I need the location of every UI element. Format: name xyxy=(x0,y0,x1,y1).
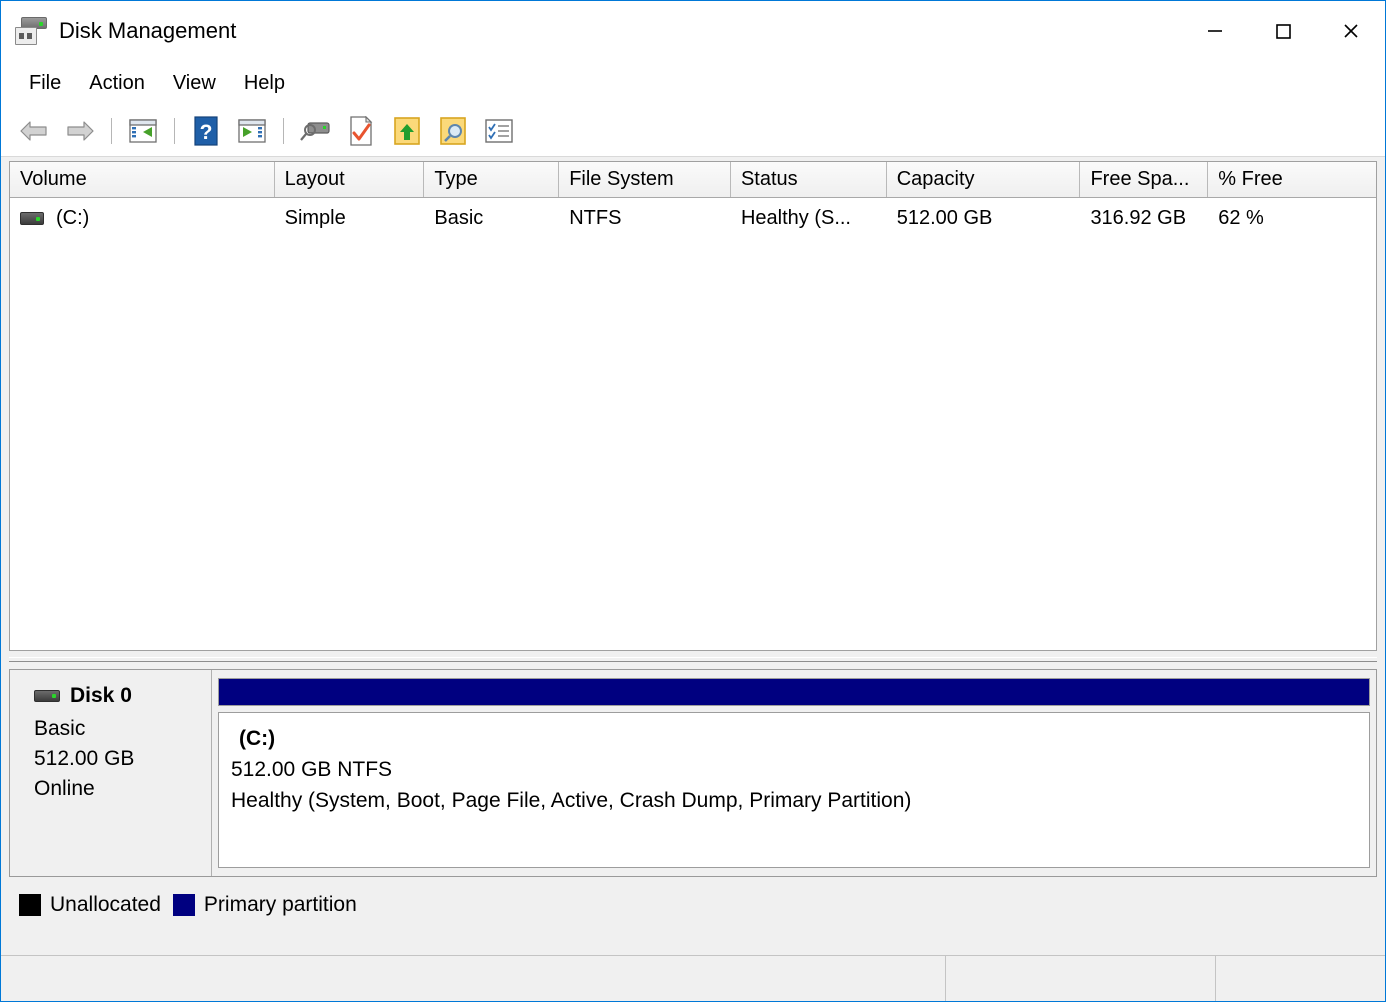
cell-volume[interactable]: (C:) xyxy=(10,207,275,230)
back-icon[interactable] xyxy=(14,111,54,151)
toolbar-separator xyxy=(111,117,112,144)
cell-free-space: 316.92 GB xyxy=(1090,206,1187,229)
window-controls xyxy=(1181,1,1385,61)
toolbar: ? xyxy=(1,105,1385,157)
legend-swatch-unallocated xyxy=(19,894,41,916)
column-header-status[interactable]: Status xyxy=(730,162,887,197)
partition-block[interactable]: (C:) 512.00 GB NTFS Healthy (System, Boo… xyxy=(218,712,1370,868)
legend-label-unallocated: Unallocated xyxy=(50,893,161,916)
cell-volume-label: (C:) xyxy=(56,206,90,229)
column-header-file-system[interactable]: File System xyxy=(559,162,731,197)
forward-icon[interactable] xyxy=(60,111,100,151)
toolbar-separator xyxy=(174,117,175,144)
minimize-button[interactable] xyxy=(1181,1,1249,61)
partition-volume-label: (C:) xyxy=(239,727,276,750)
show-hide-console-tree-icon[interactable] xyxy=(123,111,163,151)
disk-info-panel[interactable]: Disk 0 Basic 512.00 GB Online xyxy=(10,670,212,876)
cell-capacity: 512.00 GB xyxy=(896,206,993,229)
menu-item-help[interactable]: Help xyxy=(230,69,299,98)
disk-drive-icon xyxy=(34,690,60,702)
help-icon[interactable]: ? xyxy=(186,111,226,151)
title-bar: Disk Management xyxy=(1,1,1385,61)
menu-item-action[interactable]: Action xyxy=(75,69,159,98)
status-bar xyxy=(1,955,1385,1001)
cell-layout: Simple xyxy=(284,206,346,229)
column-header-capacity[interactable]: Capacity xyxy=(886,162,1081,197)
window-title: Disk Management xyxy=(59,18,237,43)
column-header-percent-free[interactable]: % Free xyxy=(1208,162,1376,197)
export-list-icon[interactable] xyxy=(387,111,427,151)
table-row[interactable]: (C:) Simple Basic NTFS Healthy (S... 512… xyxy=(10,198,1376,238)
cell-file-system: NTFS xyxy=(569,206,622,229)
legend-swatch-primary-partition xyxy=(172,894,195,916)
partition-area: (C:) 512.00 GB NTFS Healthy (System, Boo… xyxy=(212,670,1376,876)
svg-text:?: ? xyxy=(200,121,213,144)
menu-item-view[interactable]: View xyxy=(159,69,230,98)
status-filler xyxy=(1,927,1385,955)
disk-capacity: 512.00 GB xyxy=(34,747,135,770)
toolbar-separator xyxy=(283,117,284,144)
cell-status: Healthy (S... xyxy=(740,206,851,229)
status-pane-3 xyxy=(1216,956,1385,1001)
partition-status: Healthy (System, Boot, Page File, Active… xyxy=(231,789,912,812)
maximize-button[interactable] xyxy=(1249,1,1317,61)
menu-bar: File Action View Help xyxy=(1,61,1385,105)
status-pane-2 xyxy=(946,956,1216,1001)
legend: Unallocated Primary partition xyxy=(9,883,1377,927)
column-header-layout[interactable]: Layout xyxy=(274,162,425,197)
disk-title: Disk 0 xyxy=(34,684,211,708)
pane-splitter[interactable] xyxy=(1,651,1385,669)
cell-percent-free: 62 % xyxy=(1218,206,1264,229)
show-hide-action-pane-icon[interactable] xyxy=(232,111,272,151)
legend-label-primary-partition: Primary partition xyxy=(203,893,357,916)
legend-item-unallocated: Unallocated xyxy=(19,893,161,917)
disk-drive-icon xyxy=(15,16,49,46)
partition-color-bar xyxy=(218,678,1370,706)
disk-name: Disk 0 xyxy=(70,684,132,707)
partition-size-filesystem: 512.00 GB NTFS xyxy=(231,758,393,781)
volume-drive-icon xyxy=(20,211,44,225)
volume-list-header: Volume Layout Type File System Status Ca… xyxy=(10,162,1376,198)
checklist-icon[interactable] xyxy=(479,111,519,151)
graphical-view-pane: Disk 0 Basic 512.00 GB Online (C:) 512.0… xyxy=(9,669,1377,877)
legend-item-primary-partition: Primary partition xyxy=(172,893,357,917)
disk-management-window: Disk Management File Action View Help ? … xyxy=(0,0,1386,1002)
volume-list-pane: Volume Layout Type File System Status Ca… xyxy=(9,161,1377,651)
status-pane-1 xyxy=(1,956,946,1001)
disk-type: Basic xyxy=(34,717,86,740)
menu-item-file[interactable]: File xyxy=(15,69,75,98)
cell-type: Basic xyxy=(434,206,484,229)
rescan-disks-icon[interactable] xyxy=(295,111,335,151)
find-icon[interactable] xyxy=(433,111,473,151)
disk-status: Online xyxy=(34,777,95,800)
properties-icon[interactable] xyxy=(341,111,381,151)
close-button[interactable] xyxy=(1317,1,1385,61)
column-header-volume[interactable]: Volume xyxy=(10,162,275,197)
column-header-type[interactable]: Type xyxy=(424,162,560,197)
column-header-free-space[interactable]: Free Spa... xyxy=(1080,162,1209,197)
